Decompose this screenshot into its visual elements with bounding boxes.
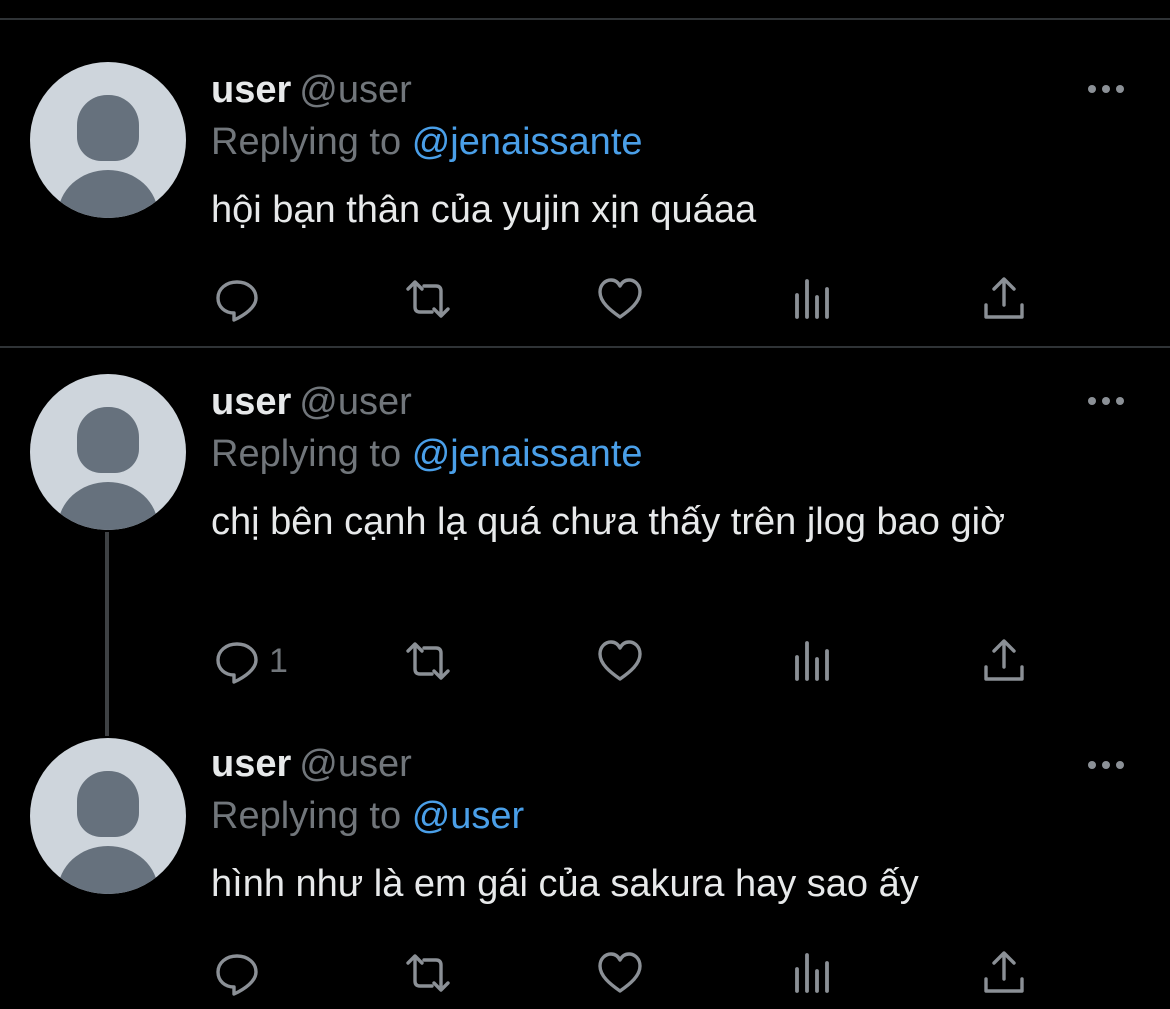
views-button[interactable] [788, 636, 836, 686]
user-handle[interactable]: @user [299, 381, 412, 423]
tweet-2[interactable]: user @user Replying to @jenaissante chị b… [0, 350, 1170, 730]
reply-button[interactable]: 1 [213, 636, 288, 686]
replying-to-handle[interactable]: @jenaissante [412, 433, 643, 475]
replying-label: Replying to [211, 121, 402, 163]
reply-icon [216, 280, 258, 322]
tweet-header: user @user [211, 742, 412, 786]
heart-icon [598, 952, 642, 993]
display-name[interactable]: user [211, 69, 291, 111]
like-button[interactable] [596, 636, 644, 686]
action-bar [0, 948, 1170, 998]
share-icon [984, 951, 1024, 993]
replying-to-line: Replying to @jenaissante [211, 432, 643, 476]
display-name[interactable]: user [211, 381, 291, 423]
views-icon [795, 953, 829, 993]
tweet-text: chị bên cạnh lạ quá chưa thấy trên jlog … [211, 501, 1005, 543]
retweet-button[interactable] [404, 636, 452, 686]
views-icon [795, 279, 829, 319]
tweet-text: hội bạn thân của yujin xịn quáaa [211, 189, 757, 231]
share-icon [984, 639, 1024, 681]
avatar-head [77, 771, 139, 837]
avatar-head [77, 407, 139, 473]
tweet-header: user @user [211, 380, 412, 424]
views-button[interactable] [788, 274, 836, 324]
tweet-divider [0, 346, 1170, 348]
more-icon[interactable] [1086, 82, 1126, 94]
tweet-text: hình như là em gái của sakura hay sao ấy [211, 863, 919, 905]
replying-label: Replying to [211, 433, 402, 475]
retweet-icon [406, 280, 450, 318]
tweet-3[interactable]: user @user Replying to @user hình như là … [0, 730, 1170, 1009]
replying-label: Replying to [211, 795, 402, 837]
tweet-1[interactable]: user @user Replying to @jenaissante hội b… [0, 20, 1170, 348]
retweet-icon [406, 954, 450, 992]
replying-to-handle[interactable]: @jenaissante [412, 121, 643, 163]
reply-icon [216, 954, 258, 996]
reply-count: 1 [269, 642, 288, 680]
share-icon [984, 277, 1024, 319]
more-icon[interactable] [1086, 758, 1126, 770]
reply-button[interactable] [213, 274, 269, 324]
share-button[interactable] [980, 636, 1028, 686]
action-bar: 1 [0, 636, 1170, 686]
like-button[interactable] [596, 948, 644, 998]
avatar-body [58, 846, 158, 894]
avatar-body [58, 170, 158, 218]
replying-to-line: Replying to @jenaissante [211, 120, 643, 164]
heart-icon [598, 640, 642, 681]
avatar[interactable] [30, 62, 186, 218]
replying-to-line: Replying to @user [211, 794, 524, 838]
views-icon [795, 641, 829, 681]
replying-to-handle[interactable]: @user [412, 795, 525, 837]
avatar-body [58, 482, 158, 530]
like-button[interactable] [596, 274, 644, 324]
user-handle[interactable]: @user [299, 69, 412, 111]
share-button[interactable] [980, 948, 1028, 998]
reply-button[interactable] [213, 948, 269, 998]
retweet-button[interactable] [404, 948, 452, 998]
more-icon[interactable] [1086, 394, 1126, 406]
reply-icon [216, 642, 258, 684]
retweet-button[interactable] [404, 274, 452, 324]
action-bar [0, 274, 1170, 324]
user-handle[interactable]: @user [299, 743, 412, 785]
display-name[interactable]: user [211, 743, 291, 785]
avatar[interactable] [30, 374, 186, 530]
avatar-head [77, 95, 139, 161]
share-button[interactable] [980, 274, 1028, 324]
retweet-icon [406, 642, 450, 680]
avatar[interactable] [30, 738, 186, 894]
tweet-header: user @user [211, 68, 412, 112]
heart-icon [598, 278, 642, 319]
views-button[interactable] [788, 948, 836, 998]
